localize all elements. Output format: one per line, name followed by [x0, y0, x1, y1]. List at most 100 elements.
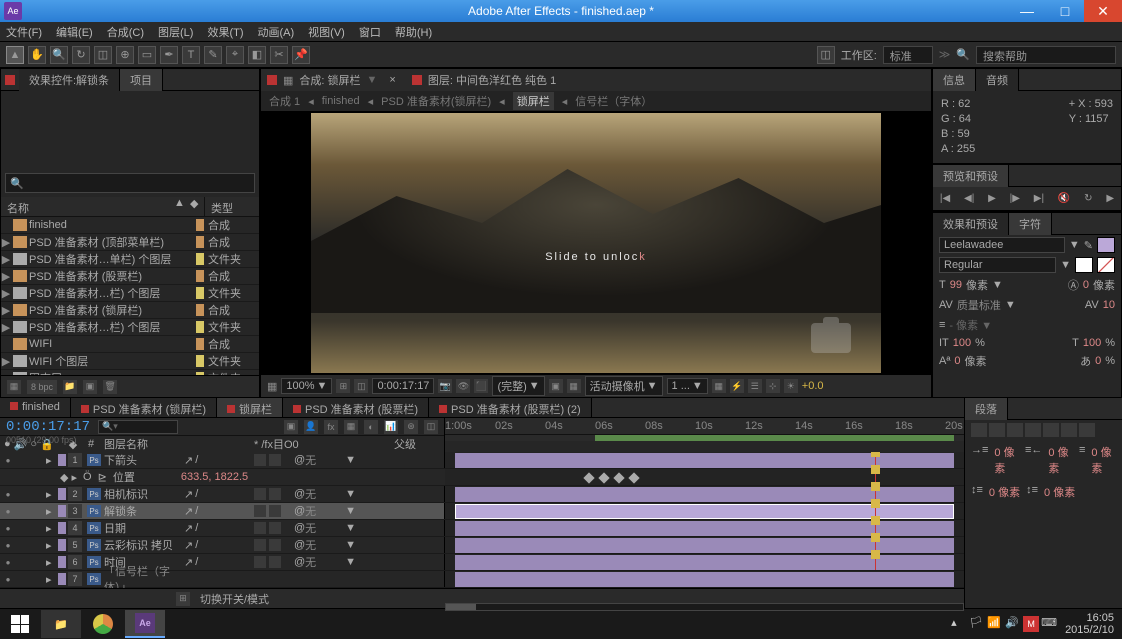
font-style-dropdown[interactable]: Regular: [939, 257, 1056, 273]
tl-tab-3[interactable]: PSD 准备素材 (股票栏): [283, 398, 429, 417]
snap-icon[interactable]: ◫: [817, 46, 835, 64]
tab-effect-controls[interactable]: 效果控件:解锁条: [19, 69, 120, 91]
reset-exposure-icon[interactable]: ☀: [784, 379, 798, 393]
justify-last-center-icon[interactable]: [1043, 423, 1059, 437]
kerning-dropdown[interactable]: 质量标准: [957, 297, 1001, 313]
justify-last-left-icon[interactable]: [1025, 423, 1041, 437]
tl-comp-icon[interactable]: ▣: [284, 420, 298, 434]
rect-tool[interactable]: ▭: [138, 46, 156, 64]
channel-icon[interactable]: ⬛: [474, 379, 488, 393]
close-button[interactable]: ✕: [1084, 0, 1122, 22]
menu-composition[interactable]: 合成(C): [107, 24, 144, 40]
menu-animation[interactable]: 动画(A): [258, 24, 295, 40]
tray-input-icon[interactable]: ⌨: [1041, 616, 1057, 632]
tsume-value[interactable]: 0: [1095, 355, 1101, 367]
maximize-button[interactable]: □: [1046, 0, 1084, 22]
timeline-icon[interactable]: ☰: [748, 379, 762, 393]
puppet-tool[interactable]: 📌: [292, 46, 310, 64]
indent-left[interactable]: 0 像素: [994, 444, 1019, 476]
tray-ime-icon[interactable]: M: [1023, 616, 1039, 632]
play-icon[interactable]: ▶: [988, 193, 996, 204]
project-item[interactable]: ▶PSD 准备素材…栏) 个图层文件夹: [1, 319, 259, 336]
space-after[interactable]: 0 像素: [1044, 484, 1075, 500]
resolution-dropdown[interactable]: (完整) ▼: [492, 376, 544, 396]
tl-motionblur-icon[interactable]: ◐: [364, 420, 378, 434]
tl-tab-4[interactable]: PSD 准备素材 (股票栏) (2): [429, 398, 592, 417]
leading-value[interactable]: 0: [1083, 279, 1089, 291]
interpret-icon[interactable]: ▦: [7, 380, 21, 394]
timeline-layer-row[interactable]: ▸3Ps解锁条↗/@无▼: [0, 503, 964, 520]
tray-network-icon[interactable]: 📶: [987, 616, 1003, 632]
align-center-icon[interactable]: [989, 423, 1005, 437]
tray-volume-icon[interactable]: 🔊: [1005, 616, 1021, 632]
eyedropper-icon[interactable]: ✎: [1084, 239, 1093, 252]
menu-edit[interactable]: 编辑(E): [56, 24, 93, 40]
stroke-color-swatch[interactable]: [1075, 257, 1093, 273]
tl-fx-icon[interactable]: fx: [324, 420, 338, 434]
crumb-3[interactable]: 锁屏栏: [513, 92, 554, 110]
views-dropdown[interactable]: 1 ... ▼: [667, 378, 708, 394]
baseline-value[interactable]: 0: [954, 355, 960, 367]
type-tool[interactable]: T: [182, 46, 200, 64]
project-item[interactable]: ▶PSD 准备素材 (股票栏)合成: [1, 268, 259, 285]
last-frame-icon[interactable]: ▶|: [1034, 193, 1044, 204]
crumb-4[interactable]: 信号栏（字体）: [575, 93, 652, 109]
rotate-tool[interactable]: ↻: [72, 46, 90, 64]
tl-draft3d-icon[interactable]: ◫: [424, 420, 438, 434]
col-type[interactable]: 类型: [204, 197, 259, 216]
tl-tab-2[interactable]: 锁屏栏: [217, 398, 283, 417]
tl-tab-0[interactable]: finished: [0, 398, 71, 417]
tray-up-icon[interactable]: ▴: [951, 616, 967, 632]
toggle-switches-label[interactable]: 切换开关/模式: [200, 591, 269, 607]
project-item[interactable]: WIFI合成: [1, 336, 259, 353]
zoom-tool[interactable]: 🔍: [50, 46, 68, 64]
tl-frameblend-icon[interactable]: ▦: [344, 420, 358, 434]
tab-preview[interactable]: 预览和预设: [933, 165, 1009, 187]
toggle-switches-icon[interactable]: ⊞: [176, 592, 190, 606]
fill-color-swatch[interactable]: [1097, 237, 1115, 253]
trash-icon[interactable]: 🗑: [103, 380, 117, 394]
timeline-layer-row[interactable]: ▸4Ps日期↗/@无▼: [0, 520, 964, 537]
minimize-button[interactable]: —: [1008, 0, 1046, 22]
tl-brainstorm-icon[interactable]: ⊛: [404, 420, 418, 434]
roi-icon[interactable]: ▣: [549, 379, 563, 393]
taskbar-clock[interactable]: 16:052015/2/10: [1065, 612, 1114, 636]
snapshot-icon[interactable]: 📷: [438, 379, 452, 393]
menu-file[interactable]: 文件(F): [6, 24, 42, 40]
font-size-value[interactable]: 99: [950, 279, 962, 291]
tab-info[interactable]: 信息: [933, 69, 976, 91]
show-snapshot-icon[interactable]: 👁: [456, 379, 470, 393]
timeline-layer-row[interactable]: ▸1Ps下箭头↗/@无▼: [0, 452, 964, 469]
ram-preview-icon[interactable]: ▶: [1106, 193, 1114, 204]
camera-dropdown[interactable]: 活动摄像机 ▼: [585, 376, 663, 396]
exposure-value[interactable]: +0.0: [802, 380, 824, 392]
project-item[interactable]: ▶PSD 准备素材…单栏) 个图层文件夹: [1, 251, 259, 268]
next-frame-icon[interactable]: |▶: [1010, 193, 1020, 204]
pixel-ar-icon[interactable]: ▦: [712, 379, 726, 393]
menu-layer[interactable]: 图层(L): [158, 24, 193, 40]
project-item[interactable]: ▶PSD 准备素材 (锁屏栏)合成: [1, 302, 259, 319]
prev-frame-icon[interactable]: ◀|: [964, 193, 974, 204]
align-right-icon[interactable]: [1007, 423, 1023, 437]
project-item[interactable]: ▶WIFI 个图层文件夹: [1, 353, 259, 370]
layer-name-col[interactable]: 图层名称: [100, 436, 254, 452]
font-family-dropdown[interactable]: Leelawadee: [939, 237, 1065, 253]
current-time[interactable]: 0:00:17:17: [372, 378, 434, 394]
eraser-tool[interactable]: ◧: [248, 46, 266, 64]
menu-window[interactable]: 窗口: [359, 24, 381, 40]
start-button[interactable]: [0, 610, 40, 638]
pen-tool[interactable]: ✒: [160, 46, 178, 64]
timeline-property-row[interactable]: ◆ ▸Ö⊵位置633.5, 1822.5: [0, 469, 964, 486]
hand-tool[interactable]: ✋: [28, 46, 46, 64]
menu-view[interactable]: 视图(V): [308, 24, 345, 40]
indent-right[interactable]: 0 像素: [1048, 444, 1073, 476]
time-ruler[interactable]: 1:00s02s04s06s08s10s12s14s16s18s20s: [445, 418, 964, 435]
transparency-icon[interactable]: ▦: [567, 379, 581, 393]
task-file-explorer[interactable]: 📁: [41, 610, 81, 638]
zoom-dropdown[interactable]: 100% ▼: [281, 378, 332, 394]
tab-audio[interactable]: 音频: [976, 69, 1019, 91]
brush-tool[interactable]: ✎: [204, 46, 222, 64]
align-left-icon[interactable]: [971, 423, 987, 437]
timeline-layer-row[interactable]: ▸2Ps相机标识↗/@无▼: [0, 486, 964, 503]
task-chrome[interactable]: [83, 610, 123, 638]
